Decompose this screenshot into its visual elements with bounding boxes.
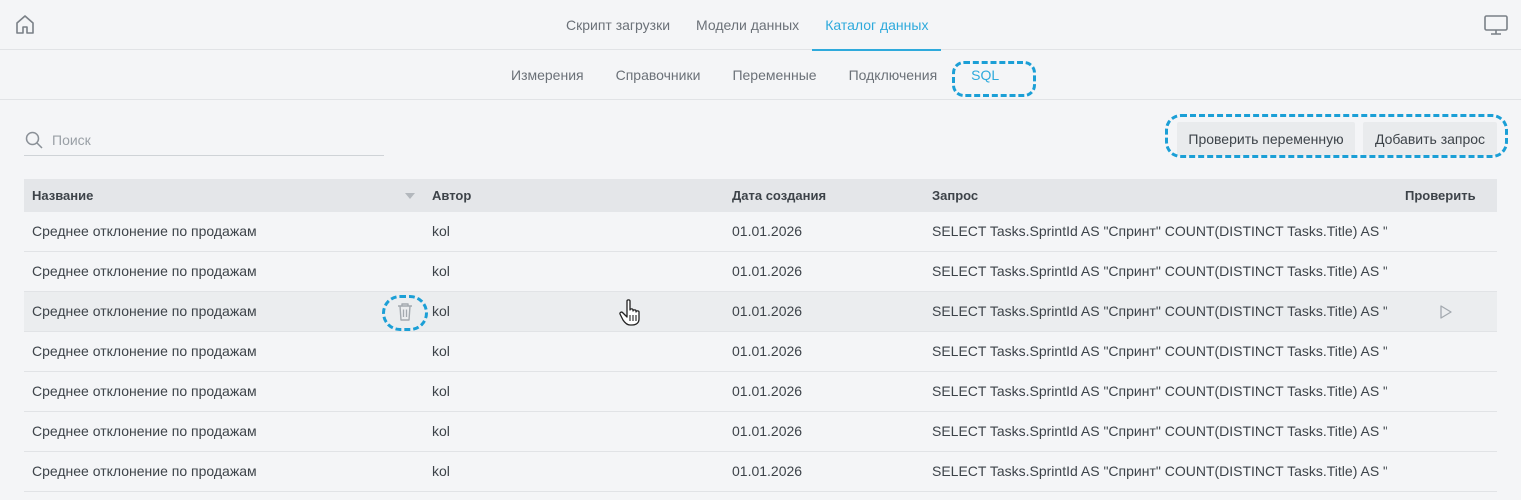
column-header-check: Проверить (1405, 188, 1476, 203)
table-row-hovered[interactable]: Среднее отклонение по продажам kol 01.01… (24, 292, 1497, 332)
cell-author: kol (432, 223, 450, 239)
cell-date: 01.01.2026 (732, 263, 803, 279)
cell-date: 01.01.2026 (732, 423, 803, 439)
home-icon[interactable] (13, 13, 37, 37)
subtab-variables[interactable]: Переменные (716, 50, 832, 100)
tab-data-catalog[interactable]: Каталог данных (812, 0, 942, 51)
cell-author: kol (432, 263, 450, 279)
trash-icon[interactable] (396, 302, 414, 322)
cell-date: 01.01.2026 (732, 383, 803, 399)
sub-nav: Измерения Справочники Переменные Подключ… (0, 50, 1521, 100)
cell-date: 01.01.2026 (732, 463, 803, 479)
cell-query: SELECT Tasks.SprintId AS "Спринт" COUNT(… (932, 423, 1387, 439)
hand-cursor-icon (619, 299, 640, 326)
monitor-icon[interactable] (1483, 13, 1509, 37)
cell-author: kol (432, 303, 450, 319)
play-icon[interactable] (1439, 305, 1453, 319)
cell-date: 01.01.2026 (732, 223, 803, 239)
cell-date: 01.01.2026 (732, 343, 803, 359)
cell-name: Среднее отклонение по продажам (32, 343, 257, 359)
main-tabs: Скрипт загрузки Модели данных Каталог да… (553, 0, 942, 51)
cell-name: Среднее отклонение по продажам (32, 303, 257, 319)
table-header: Название Автор Дата создания Запрос Пров… (24, 179, 1497, 212)
cell-name: Среднее отклонение по продажам (32, 263, 257, 279)
column-header-query[interactable]: Запрос (932, 179, 978, 212)
table-row[interactable]: Среднее отклонение по продажам kol 01.01… (24, 412, 1497, 452)
table-row[interactable]: Среднее отклонение по продажам kol 01.01… (24, 372, 1497, 412)
sub-tabs: Измерения Справочники Переменные Подключ… (495, 50, 1017, 100)
cell-name: Среднее отклонение по продажам (32, 423, 257, 439)
subtab-connections[interactable]: Подключения (833, 50, 954, 100)
table-row[interactable]: Среднее отклонение по продажам kol 01.01… (24, 332, 1497, 372)
column-header-name[interactable]: Название (32, 179, 93, 212)
cell-author: kol (432, 423, 450, 439)
cell-query: SELECT Tasks.SprintId AS "Спринт" COUNT(… (932, 263, 1387, 279)
check-variable-button[interactable]: Проверить переменную (1177, 122, 1355, 156)
column-header-author[interactable]: Автор (432, 179, 471, 212)
cell-name: Среднее отклонение по продажам (32, 463, 257, 479)
cell-name: Среднее отклонение по продажам (32, 383, 257, 399)
tab-data-models[interactable]: Модели данных (683, 0, 812, 50)
subtab-references[interactable]: Справочники (600, 50, 717, 100)
subtab-dimensions[interactable]: Измерения (495, 50, 600, 100)
top-nav: Скрипт загрузки Модели данных Каталог да… (0, 0, 1521, 51)
subtab-sql[interactable]: SQL (953, 50, 1017, 100)
column-header-date[interactable]: Дата создания (732, 179, 826, 212)
cell-author: kol (432, 463, 450, 479)
search-icon (25, 131, 43, 149)
cell-date: 01.01.2026 (732, 303, 803, 319)
cell-author: kol (432, 383, 450, 399)
table-row[interactable]: Среднее отклонение по продажам kol 01.01… (24, 252, 1497, 292)
table-row[interactable]: Среднее отклонение по продажам kol 01.01… (24, 452, 1497, 492)
add-query-button[interactable]: Добавить запрос (1363, 122, 1497, 156)
cell-query: SELECT Tasks.SprintId AS "Спринт" COUNT(… (932, 343, 1387, 359)
cell-name: Среднее отклонение по продажам (32, 223, 257, 239)
sql-queries-table: Название Автор Дата создания Запрос Пров… (24, 179, 1497, 492)
cell-query: SELECT Tasks.SprintId AS "Спринт" COUNT(… (932, 463, 1387, 479)
tab-load-script[interactable]: Скрипт загрузки (553, 0, 683, 50)
cell-query: SELECT Tasks.SprintId AS "Спринт" COUNT(… (932, 303, 1387, 319)
cell-author: kol (432, 343, 450, 359)
search-box (24, 126, 384, 156)
sort-down-icon[interactable] (405, 193, 415, 199)
search-input[interactable] (52, 128, 372, 152)
table-row[interactable]: Среднее отклонение по продажам kol 01.01… (24, 212, 1497, 252)
cell-query: SELECT Tasks.SprintId AS "Спринт" COUNT(… (932, 223, 1387, 239)
cell-query: SELECT Tasks.SprintId AS "Спринт" COUNT(… (932, 383, 1387, 399)
